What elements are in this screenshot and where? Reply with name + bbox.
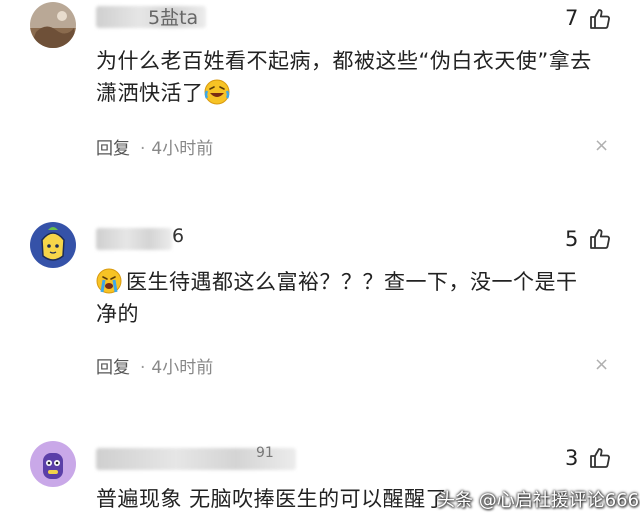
timestamp: 4小时前 <box>151 358 214 378</box>
comment-text: 普遍现象 无脑吹捧医生的可以醒醒了 <box>96 483 456 517</box>
comment-text-body: 医生待遇都这么富裕？？？查一下，没一个是干净的 <box>96 270 578 326</box>
close-icon[interactable]: × <box>594 354 609 375</box>
thumbs-up-icon[interactable] <box>588 227 612 251</box>
thumbs-up-icon[interactable] <box>588 7 612 31</box>
username-visible-text: 5盐ta <box>148 7 199 29</box>
close-icon[interactable]: × <box>594 135 609 156</box>
username[interactable]: 5盐ta <box>96 4 226 30</box>
avatar[interactable] <box>30 222 76 268</box>
username[interactable]: 6 <box>96 225 196 252</box>
username-visible-text: 91 <box>256 445 274 461</box>
watermark: 头条 @心启社援评论666 <box>437 490 640 511</box>
comment-meta: 回复 · 4小时前 <box>96 353 213 378</box>
comment-text-body: 为什么老百姓看不起病，都被这些“伪白衣天使”拿去潇洒快活了 <box>96 49 592 105</box>
like-count: 3 <box>565 446 579 470</box>
reply-button[interactable]: 回复 <box>96 139 130 159</box>
comment-text-body: 普遍现象 无脑吹捧医生的可以醒醒了 <box>96 487 448 511</box>
username-blur <box>96 228 172 250</box>
comment-text: 医生待遇都这么富裕？？？查一下，没一个是干净的 <box>96 266 596 330</box>
avatar[interactable] <box>30 441 76 487</box>
crying-emoji <box>96 268 122 294</box>
meta-separator: · <box>140 358 146 378</box>
like-count: 7 <box>565 6 579 30</box>
username-visible-text: 6 <box>172 225 185 247</box>
thumbs-up-icon[interactable] <box>588 446 612 470</box>
timestamp: 4小时前 <box>151 139 214 159</box>
comment-meta: 回复 · 4小时前 <box>96 134 213 159</box>
reply-button[interactable]: 回复 <box>96 358 130 378</box>
meta-separator: · <box>140 139 146 159</box>
comment-text: 为什么老百姓看不起病，都被这些“伪白衣天使”拿去潇洒快活了 <box>96 45 596 109</box>
username[interactable]: 91 <box>96 445 306 472</box>
avatar[interactable] <box>30 2 76 48</box>
like-count: 5 <box>565 227 579 251</box>
laughing-crying-emoji <box>204 79 229 105</box>
